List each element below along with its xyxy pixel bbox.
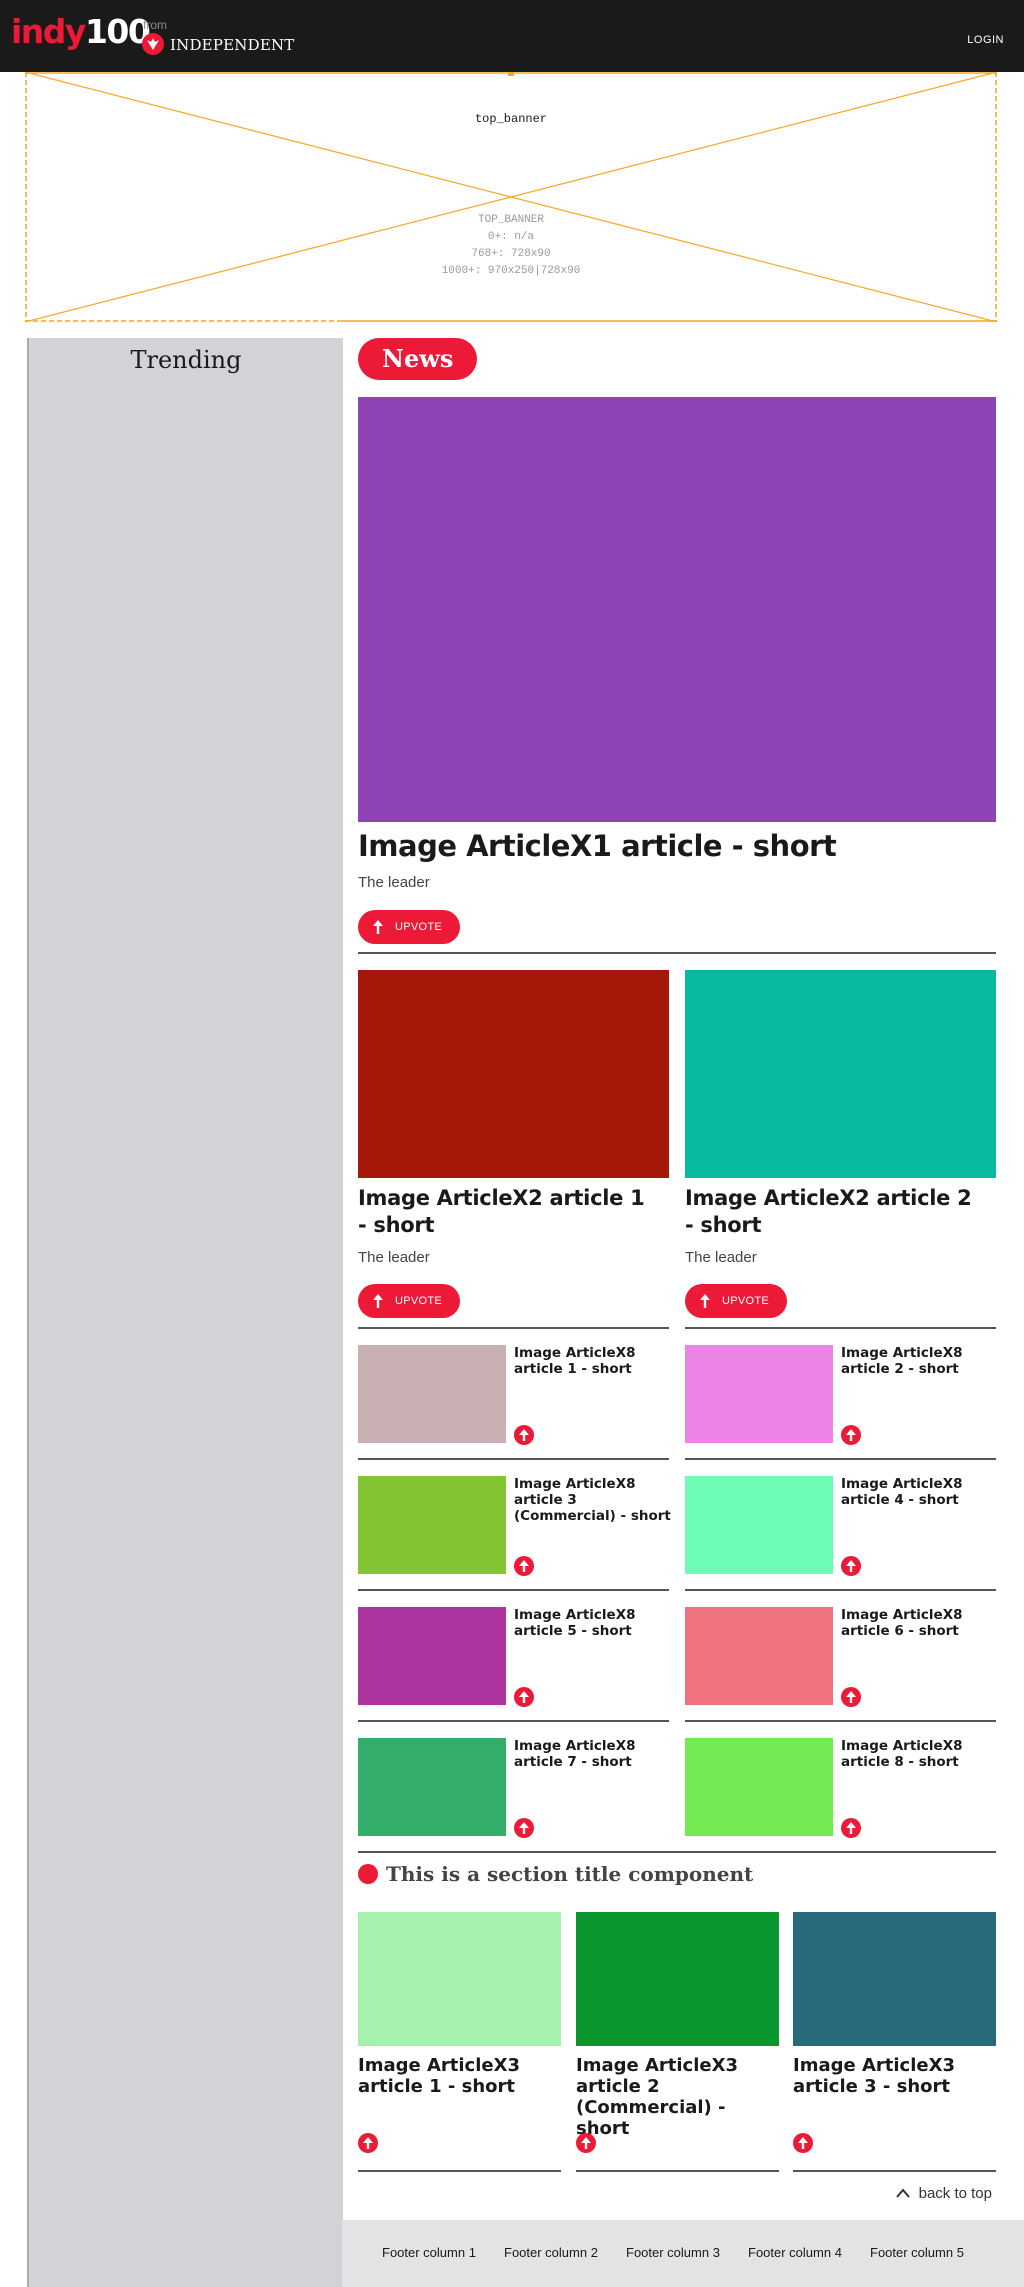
divider (576, 2170, 779, 2172)
chevron-up-icon (895, 2188, 910, 2198)
article-x2-1-image[interactable] (358, 970, 669, 1178)
divider (358, 1851, 996, 1853)
arrow-up-icon (700, 1294, 710, 1308)
upvote-icon[interactable] (514, 1687, 534, 1707)
divider (685, 1720, 996, 1722)
upvote-icon[interactable] (841, 1818, 861, 1838)
article-x8-3-image[interactable] (358, 1476, 506, 1574)
divider (793, 2170, 996, 2172)
divider (358, 1589, 669, 1591)
banner-size-info: TOP_BANNER 0+: n/a 768+: 728x90 1000+: 9… (441, 214, 581, 277)
upvote-icon[interactable] (793, 2133, 813, 2153)
divider (685, 1327, 996, 1329)
article-x3-2-title[interactable]: Image ArticleX3 article 2 (Commercial) -… (576, 2055, 776, 2139)
site-header: indy100 from INDEPENDENT LOGIN (0, 0, 1024, 72)
article-x8-8-image[interactable] (685, 1738, 833, 1836)
from-label: from (143, 18, 167, 32)
article-x8-7-title[interactable]: Image ArticleX8 article 7 - short (514, 1738, 679, 1770)
upvote-icon[interactable] (841, 1687, 861, 1707)
article-x8-3-title[interactable]: Image ArticleX8 article 3 (Commercial) -… (514, 1476, 679, 1524)
upvote-button[interactable]: UPVOTE (358, 910, 460, 944)
article-x3-3-title[interactable]: Image ArticleX3 article 3 - short (793, 2055, 993, 2097)
article-x3-2-image[interactable] (576, 1912, 779, 2046)
article-x2-1-title[interactable]: Image ArticleX2 article 1 - short (358, 1185, 658, 1239)
upvote-icon[interactable] (514, 1556, 534, 1576)
independent-eagle-icon (142, 33, 164, 55)
article-x8-1-title[interactable]: Image ArticleX8 article 1 - short (514, 1345, 679, 1377)
section-title: This is a section title component (386, 1862, 754, 1886)
article-x2-2-leader: The leader (685, 1249, 757, 1266)
footer-column-3[interactable]: Footer column 3 (626, 2245, 720, 2260)
article-x8-6-title[interactable]: Image ArticleX8 article 6 - short (841, 1607, 1006, 1639)
divider (358, 1720, 669, 1722)
banner-name-label: top_banner (474, 112, 547, 126)
upvote-icon[interactable] (358, 2133, 378, 2153)
article-x3-1-image[interactable] (358, 1912, 561, 2046)
trending-sidebar: Trending (27, 338, 343, 2287)
article-x8-2-title[interactable]: Image ArticleX8 article 2 - short (841, 1345, 1006, 1377)
article-x3-3-image[interactable] (793, 1912, 996, 2046)
upvote-button[interactable]: UPVOTE (358, 1284, 460, 1318)
upvote-icon[interactable] (514, 1425, 534, 1445)
article-x8-4-title[interactable]: Image ArticleX8 article 4 - short (841, 1476, 1006, 1508)
indy100-logo[interactable]: indy100 (11, 15, 151, 48)
article-x8-1-image[interactable] (358, 1345, 506, 1443)
section-bullet-icon (358, 1864, 378, 1884)
article-x8-7-image[interactable] (358, 1738, 506, 1836)
arrow-up-icon (373, 920, 383, 934)
lead-article-title[interactable]: Image ArticleX1 article - short (358, 828, 998, 864)
upvote-icon[interactable] (576, 2133, 596, 2153)
article-x2-2-image[interactable] (685, 970, 996, 1178)
article-x2-2-title[interactable]: Image ArticleX2 article 2 - short (685, 1185, 985, 1239)
independent-logo[interactable]: INDEPENDENT (170, 36, 295, 54)
section-pill-news[interactable]: News (358, 338, 478, 380)
site-footer: Footer column 1 Footer column 2 Footer c… (342, 2220, 1024, 2287)
divider (358, 2170, 561, 2172)
arrow-up-icon (373, 1294, 383, 1308)
login-link[interactable]: LOGIN (967, 34, 1004, 46)
lead-article-image[interactable] (358, 397, 996, 822)
top-banner-ad[interactable]: top_banner TOP_BANNER 0+: n/a 768+: 728x… (25, 72, 997, 322)
upvote-icon[interactable] (514, 1818, 534, 1838)
back-to-top-link[interactable]: back to top (895, 2185, 992, 2202)
article-x3-1-title[interactable]: Image ArticleX3 article 1 - short (358, 2055, 558, 2097)
article-x2-1-leader: The leader (358, 1249, 430, 1266)
sidebar-title: Trending (130, 346, 242, 374)
divider (685, 1458, 996, 1460)
upvote-icon[interactable] (841, 1425, 861, 1445)
divider (358, 1327, 669, 1329)
footer-column-1[interactable]: Footer column 1 (382, 2245, 476, 2260)
footer-column-2[interactable]: Footer column 2 (504, 2245, 598, 2260)
article-x8-5-title[interactable]: Image ArticleX8 article 5 - short (514, 1607, 679, 1639)
divider (358, 952, 996, 954)
article-x8-5-image[interactable] (358, 1607, 506, 1705)
article-x8-2-image[interactable] (685, 1345, 833, 1443)
upvote-button[interactable]: UPVOTE (685, 1284, 787, 1318)
footer-column-4[interactable]: Footer column 4 (748, 2245, 842, 2260)
article-x8-8-title[interactable]: Image ArticleX8 article 8 - short (841, 1738, 1006, 1770)
lead-article-leader: The leader (358, 874, 430, 891)
article-x8-4-image[interactable] (685, 1476, 833, 1574)
article-x8-6-image[interactable] (685, 1607, 833, 1705)
divider (685, 1589, 996, 1591)
footer-column-5[interactable]: Footer column 5 (870, 2245, 964, 2260)
divider (358, 1458, 669, 1460)
upvote-icon[interactable] (841, 1556, 861, 1576)
